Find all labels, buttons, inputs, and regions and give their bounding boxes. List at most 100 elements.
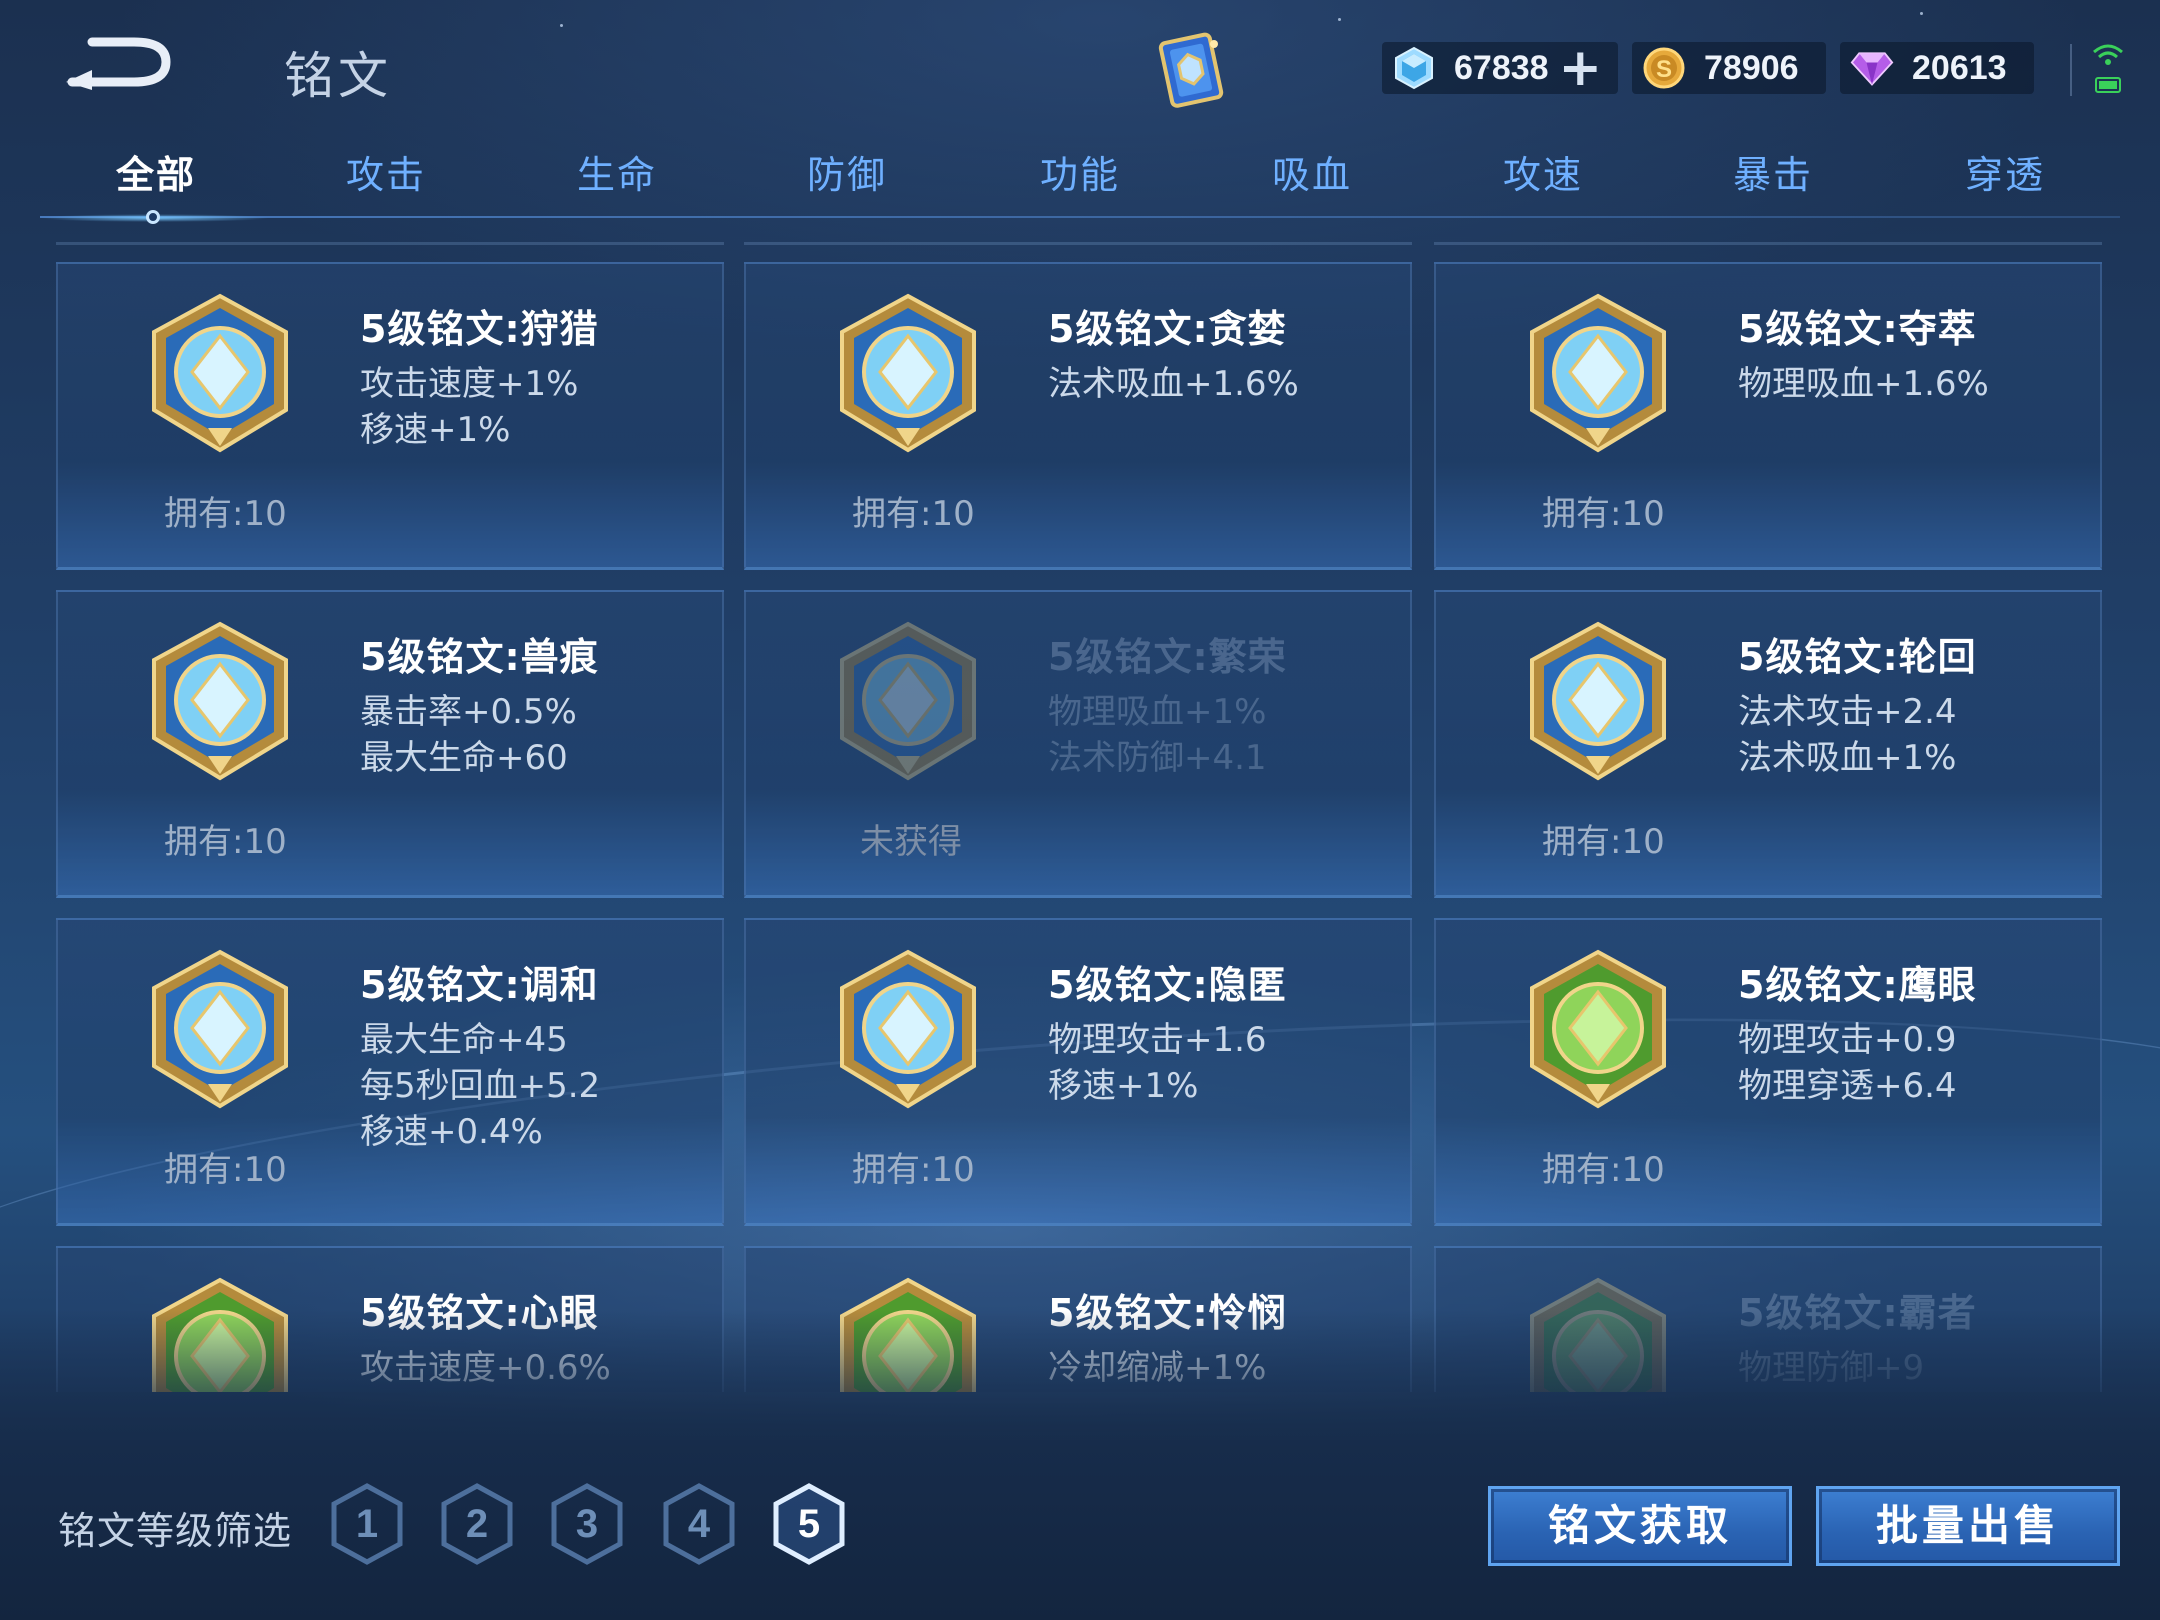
level-filter-label: 1 — [355, 1502, 379, 1546]
rune-emblem-icon — [834, 948, 982, 1112]
rune-obtain-button[interactable]: 铭文获取 — [1488, 1486, 1792, 1566]
rune-stat: 法术吸血+1.6% — [1048, 364, 1299, 404]
tab-all[interactable]: 全部 — [56, 140, 256, 210]
rune-stat: 物理吸血+1.6% — [1738, 364, 1989, 404]
svg-text:S: S — [1656, 56, 1672, 83]
diamond-crystal-icon — [1392, 46, 1436, 90]
back-button[interactable] — [62, 34, 182, 94]
rune-owned-count: 拥有:10 — [1542, 1150, 1665, 1190]
level-filter-label: 铭文等级筛选 — [58, 1509, 293, 1553]
rune-owned-count: 拥有:10 — [1542, 494, 1665, 534]
gem-value: 20613 — [1912, 48, 2007, 87]
star-sparkle — [1920, 12, 1923, 15]
tab-lifesteal[interactable]: 吸血 — [1212, 140, 1412, 210]
level-filter-label: 2 — [465, 1502, 489, 1546]
coupon-counter: 67838 + — [1382, 42, 1618, 94]
rune-name: 5级铭文:贪婪 — [1048, 307, 1287, 351]
rune-card[interactable]: 5级铭文:兽痕暴击率+0.5% 最大生命+60 拥有:10 — [56, 590, 724, 898]
rune-card[interactable]: 5级铭文:隐匿物理攻击+1.6 移速+1% 拥有:10 — [744, 918, 1412, 1226]
level-filter-2[interactable]: 2 — [440, 1482, 514, 1566]
rune-stat: 移速+1% — [360, 410, 511, 450]
level-filter-label: 5 — [797, 1502, 821, 1546]
rune-emblem-icon — [1524, 620, 1672, 784]
gem-counter: 20613 — [1840, 42, 2034, 94]
gold-counter: S 78906 — [1632, 42, 1826, 94]
gold-value: 78906 — [1704, 48, 1799, 87]
rune-name: 5级铭文:兽痕 — [360, 635, 599, 679]
bottom-fade — [0, 1310, 2160, 1460]
star-sparkle — [1338, 18, 1341, 21]
tab-health[interactable]: 生命 — [517, 140, 717, 210]
rune-stat: 每5秒回血+5.2 — [360, 1066, 601, 1106]
rune-stat: 最大生命+45 — [360, 1020, 568, 1060]
rune-owned-count: 拥有:10 — [164, 822, 287, 862]
rune-card[interactable]: 5级铭文:轮回法术攻击+2.4 法术吸血+1% 拥有:10 — [1434, 590, 2102, 898]
active-tab-indicator — [146, 210, 160, 224]
rune-stat: 法术吸血+1% — [1738, 738, 1957, 778]
level-filter-5[interactable]: 5 — [772, 1482, 846, 1566]
star-sparkle — [560, 24, 563, 27]
rune-card[interactable]: 5级铭文:夺萃物理吸血+1.6% 拥有:10 — [1434, 262, 2102, 570]
rune-owned-count: 拥有:10 — [852, 494, 975, 534]
rune-name: 5级铭文:繁荣 — [1048, 635, 1287, 679]
rune-card[interactable]: 5级铭文:繁荣 物理吸血+1% 法术防御+4.1 未获得 — [744, 590, 1412, 898]
rune-card[interactable]: 5级铭文:调和最大生命+45 每5秒回血+5.2 移速+0.4% 拥有:10 — [56, 918, 724, 1226]
gold-coin-icon: S — [1642, 46, 1686, 90]
bulk-sell-button[interactable]: 批量出售 — [1816, 1486, 2120, 1566]
rune-name: 5级铭文:隐匿 — [1048, 963, 1287, 1007]
rune-emblem-icon — [146, 292, 294, 456]
rune-card[interactable]: 5级铭文:鹰眼物理攻击+0.9 物理穿透+6.4 拥有:10 — [1434, 918, 2102, 1226]
coupon-value: 67838 — [1454, 48, 1549, 87]
rune-book-icon[interactable] — [1152, 28, 1232, 112]
rune-card[interactable]: 5级铭文:贪婪法术吸血+1.6% 拥有:10 — [744, 262, 1412, 570]
rune-stat: 暴击率+0.5% — [360, 692, 577, 732]
level-filter-1[interactable]: 1 — [330, 1482, 404, 1566]
rune-name: 5级铭文:鹰眼 — [1738, 963, 1977, 1007]
rune-owned-count: 拥有:10 — [164, 1150, 287, 1190]
rune-emblem-icon — [146, 620, 294, 784]
tab-critical[interactable]: 暴击 — [1673, 140, 1873, 210]
back-arrow-icon — [66, 37, 171, 90]
wifi-battery-status-icon — [2090, 40, 2126, 96]
rune-stat: 物理吸血+1% — [1048, 692, 1267, 732]
level-filter-label: 4 — [687, 1502, 711, 1546]
rune-name: 5级铭文:夺萃 — [1738, 307, 1977, 351]
rune-stat: 物理穿透+6.4 — [1738, 1066, 1957, 1106]
tab-defense[interactable]: 防御 — [747, 140, 947, 210]
rune-stat: 移速+0.4% — [360, 1112, 543, 1152]
rune-card[interactable]: 5级铭文:狩猎攻击速度+1% 移速+1% 拥有:10 — [56, 262, 724, 570]
rune-grid: 5级铭文:狩猎 攻击速度+1% 移速+1% 拥有:10 5级铭文:贪婪 法术吸血+1.6%… — [56, 262, 2104, 1392]
tab-attack-speed[interactable]: 攻速 — [1443, 140, 1643, 210]
rune-stat: 攻击速度+1% — [360, 364, 579, 404]
rune-emblem-icon — [834, 292, 982, 456]
rune-stat: 法术防御+4.1 — [1048, 738, 1267, 778]
tab-penetration[interactable]: 穿透 — [1905, 140, 2105, 210]
category-tabs: 全部 攻击 生命 防御 功能 吸血 攻速 暴击 穿透 — [40, 140, 2120, 224]
header-divider — [2070, 44, 2072, 96]
level-filter-4[interactable]: 4 — [662, 1482, 736, 1566]
tab-underline — [40, 216, 2120, 218]
rune-stat: 物理攻击+0.9 — [1738, 1020, 1957, 1060]
rune-emblem-icon — [834, 620, 982, 784]
rune-owned-count: 拥有:10 — [1542, 822, 1665, 862]
rune-name: 5级铭文:狩猎 — [360, 307, 599, 351]
purple-gem-icon — [1850, 46, 1894, 90]
rune-emblem-icon — [1524, 948, 1672, 1112]
rune-name: 5级铭文:轮回 — [1738, 635, 1977, 679]
rune-stat: 物理攻击+1.6 — [1048, 1020, 1267, 1060]
grid-top-edges — [56, 242, 2104, 245]
add-coupon-button[interactable]: + — [1559, 42, 1603, 94]
rune-emblem-icon — [1524, 292, 1672, 456]
rune-stat: 最大生命+60 — [360, 738, 568, 778]
level-filter-label: 3 — [575, 1502, 599, 1546]
rune-stat: 法术攻击+2.4 — [1738, 692, 1957, 732]
rune-emblem-icon — [146, 948, 294, 1112]
rune-stat: 移速+1% — [1048, 1066, 1199, 1106]
level-filter-3[interactable]: 3 — [550, 1482, 624, 1566]
rune-owned-count: 拥有:10 — [164, 494, 287, 534]
tab-attack[interactable]: 攻击 — [286, 140, 486, 210]
rune-name: 5级铭文:调和 — [360, 963, 599, 1007]
page-title: 铭文 — [284, 47, 392, 105]
tab-utility[interactable]: 功能 — [980, 140, 1180, 210]
rune-owned-count: 拥有:10 — [852, 1150, 975, 1190]
